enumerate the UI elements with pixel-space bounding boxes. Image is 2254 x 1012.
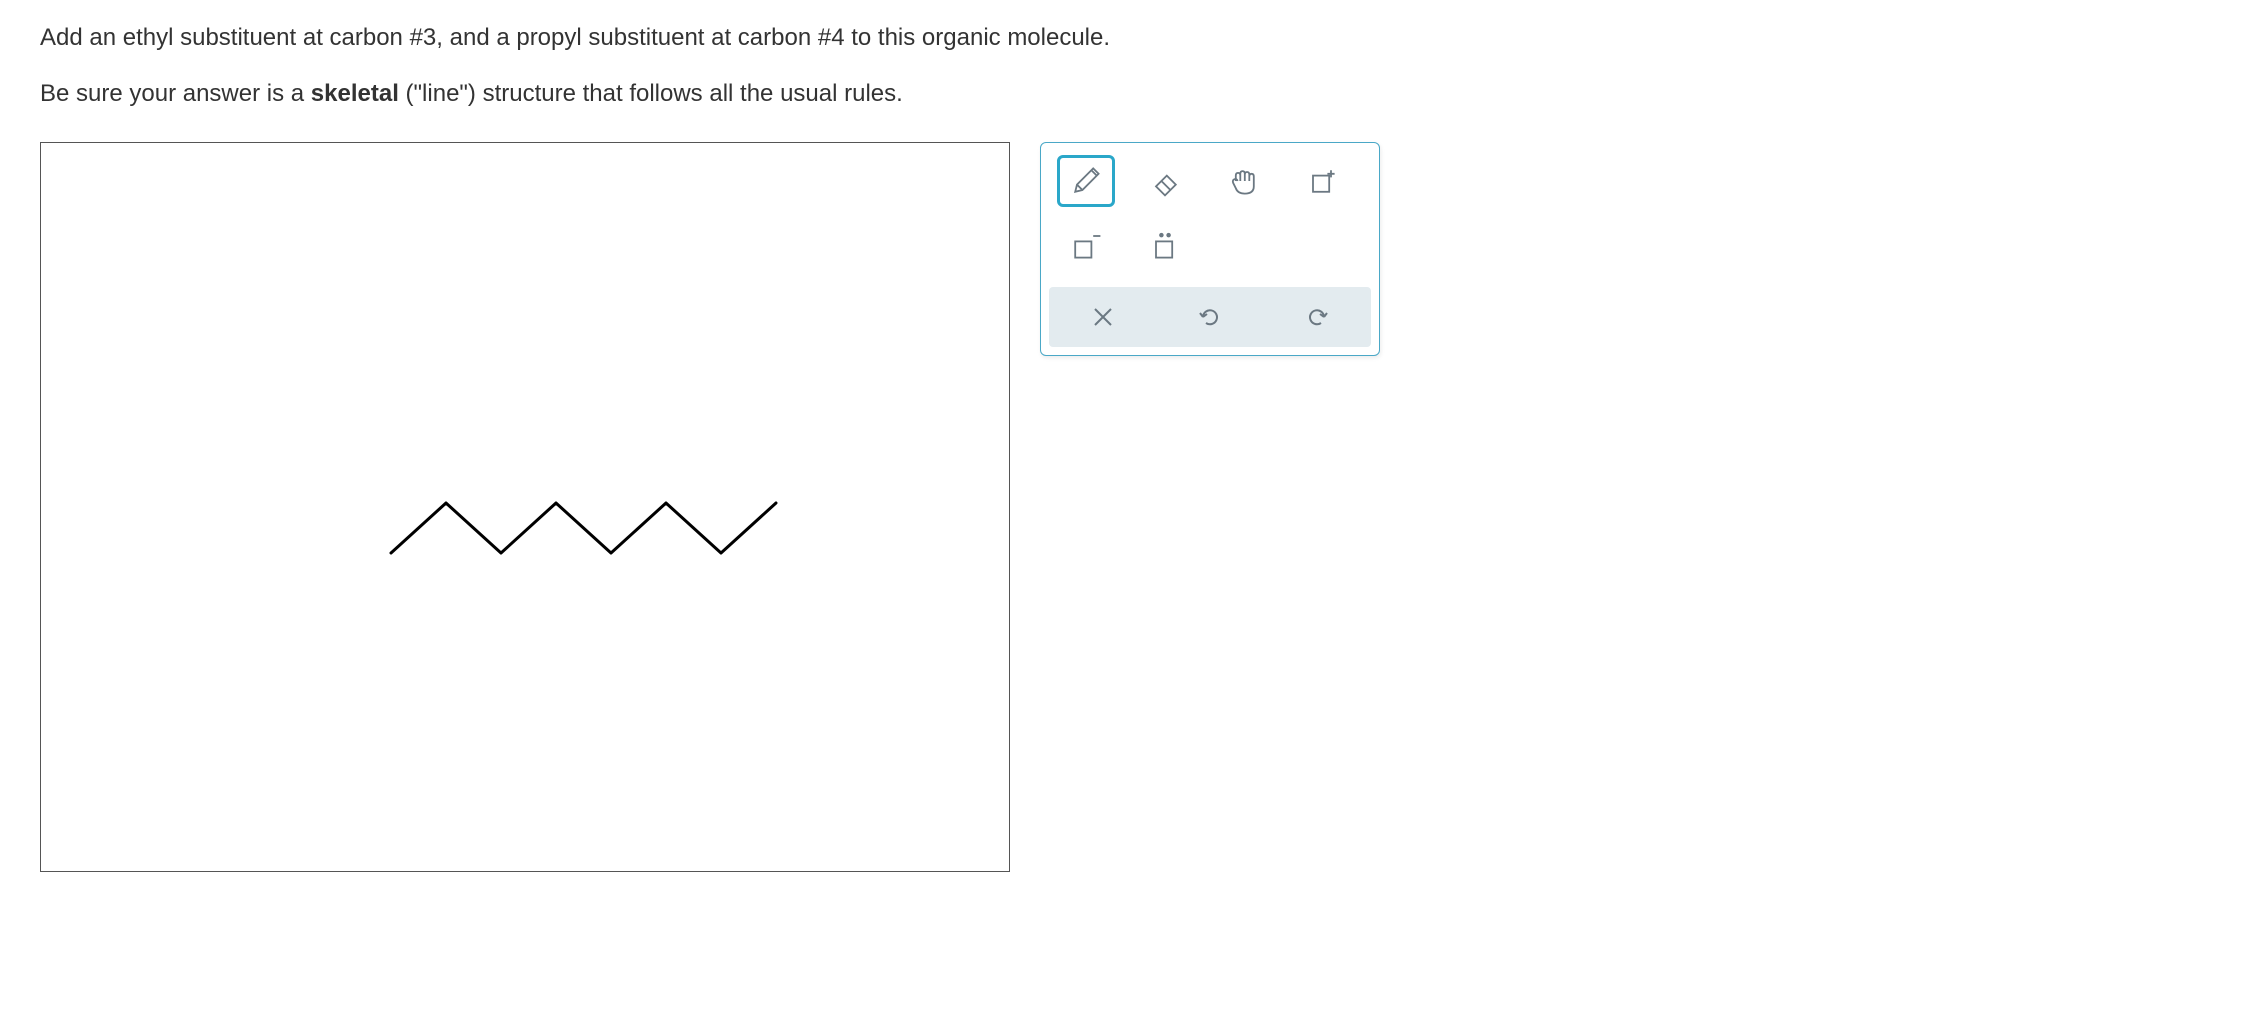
redo-icon (1304, 304, 1330, 330)
molecule-structure[interactable] (381, 483, 781, 583)
eraser-tool[interactable] (1136, 155, 1194, 207)
tool-grid-row-2 (1045, 215, 1375, 283)
carbon-number-2: 4 (831, 24, 844, 51)
carbon-number-1: 3 (423, 24, 436, 51)
lone-pair-tool[interactable] (1136, 219, 1194, 271)
pencil-tool[interactable] (1057, 155, 1115, 207)
pencil-icon (1068, 163, 1104, 199)
selection-plus-icon (1304, 163, 1340, 199)
grab-tool[interactable] (1214, 155, 1272, 207)
question-text: Add an ethyl substituent at carbon #3, a… (40, 20, 2214, 112)
drawing-canvas[interactable] (40, 142, 1010, 872)
lone-pair-icon (1147, 227, 1183, 263)
negative-charge-tool[interactable] (1057, 219, 1115, 271)
clear-button[interactable] (1083, 297, 1123, 337)
undo-button[interactable] (1190, 297, 1230, 337)
action-row (1049, 287, 1371, 347)
drawing-toolbox (1040, 142, 1380, 356)
text: Add an ethyl substituent at carbon # (40, 24, 423, 51)
close-icon (1090, 304, 1116, 330)
content-row (40, 142, 2214, 872)
question-line-2: Be sure your answer is a skeletal ("line… (40, 76, 2214, 112)
question-line-1: Add an ethyl substituent at carbon #3, a… (40, 20, 2214, 56)
grab-icon (1225, 163, 1261, 199)
text: Be sure your answer is a (40, 80, 311, 107)
tool-grid-row-1 (1045, 147, 1375, 215)
text: , and a propyl substituent at carbon # (436, 24, 831, 51)
selection-plus-tool[interactable] (1293, 155, 1351, 207)
redo-button[interactable] (1297, 297, 1337, 337)
text-bold: skeletal (311, 80, 399, 107)
text: ("line") structure that follows all the … (399, 80, 903, 107)
eraser-icon (1147, 163, 1183, 199)
text: to this organic molecule. (845, 24, 1110, 51)
negative-charge-icon (1068, 227, 1104, 263)
undo-icon (1197, 304, 1223, 330)
